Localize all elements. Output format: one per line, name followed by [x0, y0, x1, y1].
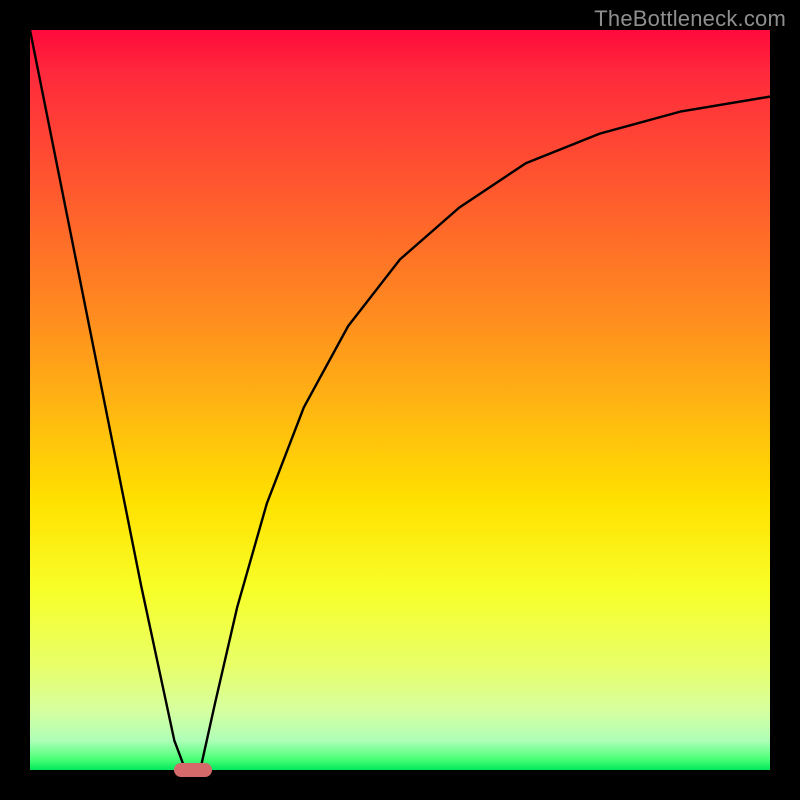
- curve-left-branch: [30, 30, 185, 770]
- watermark-text: TheBottleneck.com: [594, 6, 786, 32]
- optimal-point-marker: [174, 763, 212, 777]
- chart-curve-layer: [30, 30, 770, 770]
- curve-right-branch: [200, 97, 770, 770]
- chart-frame: [30, 30, 770, 770]
